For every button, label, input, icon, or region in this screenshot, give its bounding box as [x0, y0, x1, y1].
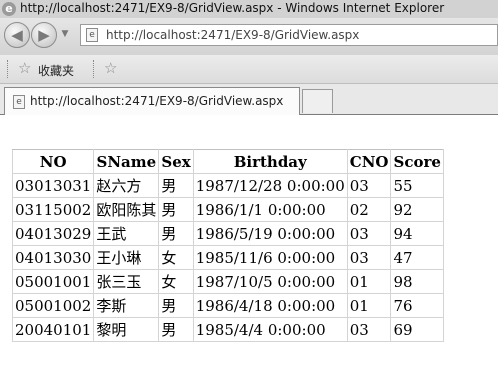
table-row: 04013030 王小琳 女 1985/11/6 0:00:00 03 47 — [11, 245, 444, 270]
toolbar-grip — [7, 60, 10, 78]
cell-sex: 男 — [158, 173, 194, 198]
cell-no: 05001002 — [11, 293, 95, 318]
address-url[interactable]: http://localhost:2471/EX9-8/GridView.asp… — [106, 28, 359, 42]
cell-no: 04013029 — [11, 221, 95, 246]
cell-cno: 02 — [346, 197, 392, 222]
cell-score: 69 — [390, 317, 444, 342]
cell-sname: 张三玉 — [93, 269, 160, 294]
toolbar-separator — [93, 60, 96, 78]
title-bar: e http://localhost:2471/EX9-8/GridView.a… — [0, 0, 498, 18]
page-icon: e — [13, 95, 25, 109]
cell-birthday: 1985/4/4 0:00:00 — [192, 317, 348, 342]
gridview-table: NO SName Sex Birthday CNO Score 03013031… — [11, 149, 444, 342]
cell-score: 76 — [390, 293, 444, 318]
cell-no: 03115002 — [11, 197, 95, 222]
cell-sname: 王小琳 — [93, 245, 160, 270]
favorites-bar: ☆ 收藏夹 ☆ — [0, 55, 498, 84]
tab-bar: e http://localhost:2471/EX9-8/GridView.a… — [0, 84, 498, 115]
back-button[interactable]: ◀ — [4, 22, 30, 48]
cell-cno: 03 — [346, 221, 392, 246]
cell-cno: 01 — [346, 293, 392, 318]
cell-sname: 黎明 — [93, 317, 160, 342]
cell-sex: 男 — [158, 221, 194, 246]
cell-birthday: 1986/5/19 0:00:00 — [192, 221, 348, 246]
column-header-sex: Sex — [158, 149, 194, 174]
cell-score: 92 — [390, 197, 444, 222]
cell-sex: 女 — [158, 269, 194, 294]
recent-pages-dropdown-icon[interactable]: ▼ — [60, 28, 70, 40]
table-row: 04013029 王武 男 1986/5/19 0:00:00 03 94 — [11, 221, 444, 246]
cell-score: 47 — [390, 245, 444, 270]
column-header-no: NO — [11, 149, 95, 174]
cell-sex: 男 — [158, 197, 194, 222]
table-row: 03013031 赵六方 男 1987/12/28 0:00:00 03 55 — [11, 173, 444, 198]
cell-score: 98 — [390, 269, 444, 294]
cell-sex: 男 — [158, 317, 194, 342]
cell-birthday: 1986/1/1 0:00:00 — [192, 197, 348, 222]
cell-sname: 王武 — [93, 221, 160, 246]
table-header-row: NO SName Sex Birthday CNO Score — [11, 149, 444, 174]
window-title: http://localhost:2471/EX9-8/GridView.asp… — [20, 1, 445, 15]
cell-sname: 赵六方 — [93, 173, 160, 198]
column-header-birthday: Birthday — [192, 149, 348, 174]
add-to-favorites-bar-icon[interactable]: ☆ — [104, 59, 117, 77]
navigation-bar: ◀ ▶ ▼ e http://localhost:2471/EX9-8/Grid… — [0, 18, 498, 55]
cell-cno: 03 — [346, 317, 392, 342]
address-bar[interactable]: e http://localhost:2471/EX9-8/GridView.a… — [80, 24, 498, 46]
favorites-star-icon[interactable]: ☆ — [18, 59, 31, 77]
page-content: NO SName Sex Birthday CNO Score 03013031… — [0, 115, 498, 386]
column-header-score: Score — [390, 149, 444, 174]
cell-birthday: 1987/12/28 0:00:00 — [192, 173, 348, 198]
favorites-button[interactable]: 收藏夹 — [38, 62, 74, 79]
new-tab-button[interactable] — [302, 89, 333, 113]
cell-birthday: 1986/4/18 0:00:00 — [192, 293, 348, 318]
cell-cno: 01 — [346, 269, 392, 294]
cell-no: 05001001 — [11, 269, 95, 294]
cell-sex: 女 — [158, 245, 194, 270]
cell-no: 04013030 — [11, 245, 95, 270]
tab-gridview[interactable]: e http://localhost:2471/EX9-8/GridView.a… — [4, 87, 300, 115]
column-header-sname: SName — [93, 149, 160, 174]
table-row: 05001002 李斯 男 1986/4/18 0:00:00 01 76 — [11, 293, 444, 318]
table-row: 20040101 黎明 男 1985/4/4 0:00:00 03 69 — [11, 317, 444, 342]
cell-sname: 欧阳陈其 — [93, 197, 160, 222]
cell-no: 03013031 — [11, 173, 95, 198]
table-row: 03115002 欧阳陈其 男 1986/1/1 0:00:00 02 92 — [11, 197, 444, 222]
forward-button[interactable]: ▶ — [31, 22, 57, 48]
cell-sname: 李斯 — [93, 293, 160, 318]
page-icon: e — [86, 28, 98, 42]
cell-no: 20040101 — [11, 317, 95, 342]
cell-cno: 03 — [346, 245, 392, 270]
tab-label: http://localhost:2471/EX9-8/GridView.asp… — [30, 94, 284, 108]
ie-logo-icon: e — [2, 2, 16, 16]
cell-birthday: 1987/10/5 0:00:00 — [192, 269, 348, 294]
cell-birthday: 1985/11/6 0:00:00 — [192, 245, 348, 270]
column-header-cno: CNO — [346, 149, 392, 174]
cell-score: 94 — [390, 221, 444, 246]
cell-score: 55 — [390, 173, 444, 198]
cell-sex: 男 — [158, 293, 194, 318]
cell-cno: 03 — [346, 173, 392, 198]
table-row: 05001001 张三玉 女 1987/10/5 0:00:00 01 98 — [11, 269, 444, 294]
